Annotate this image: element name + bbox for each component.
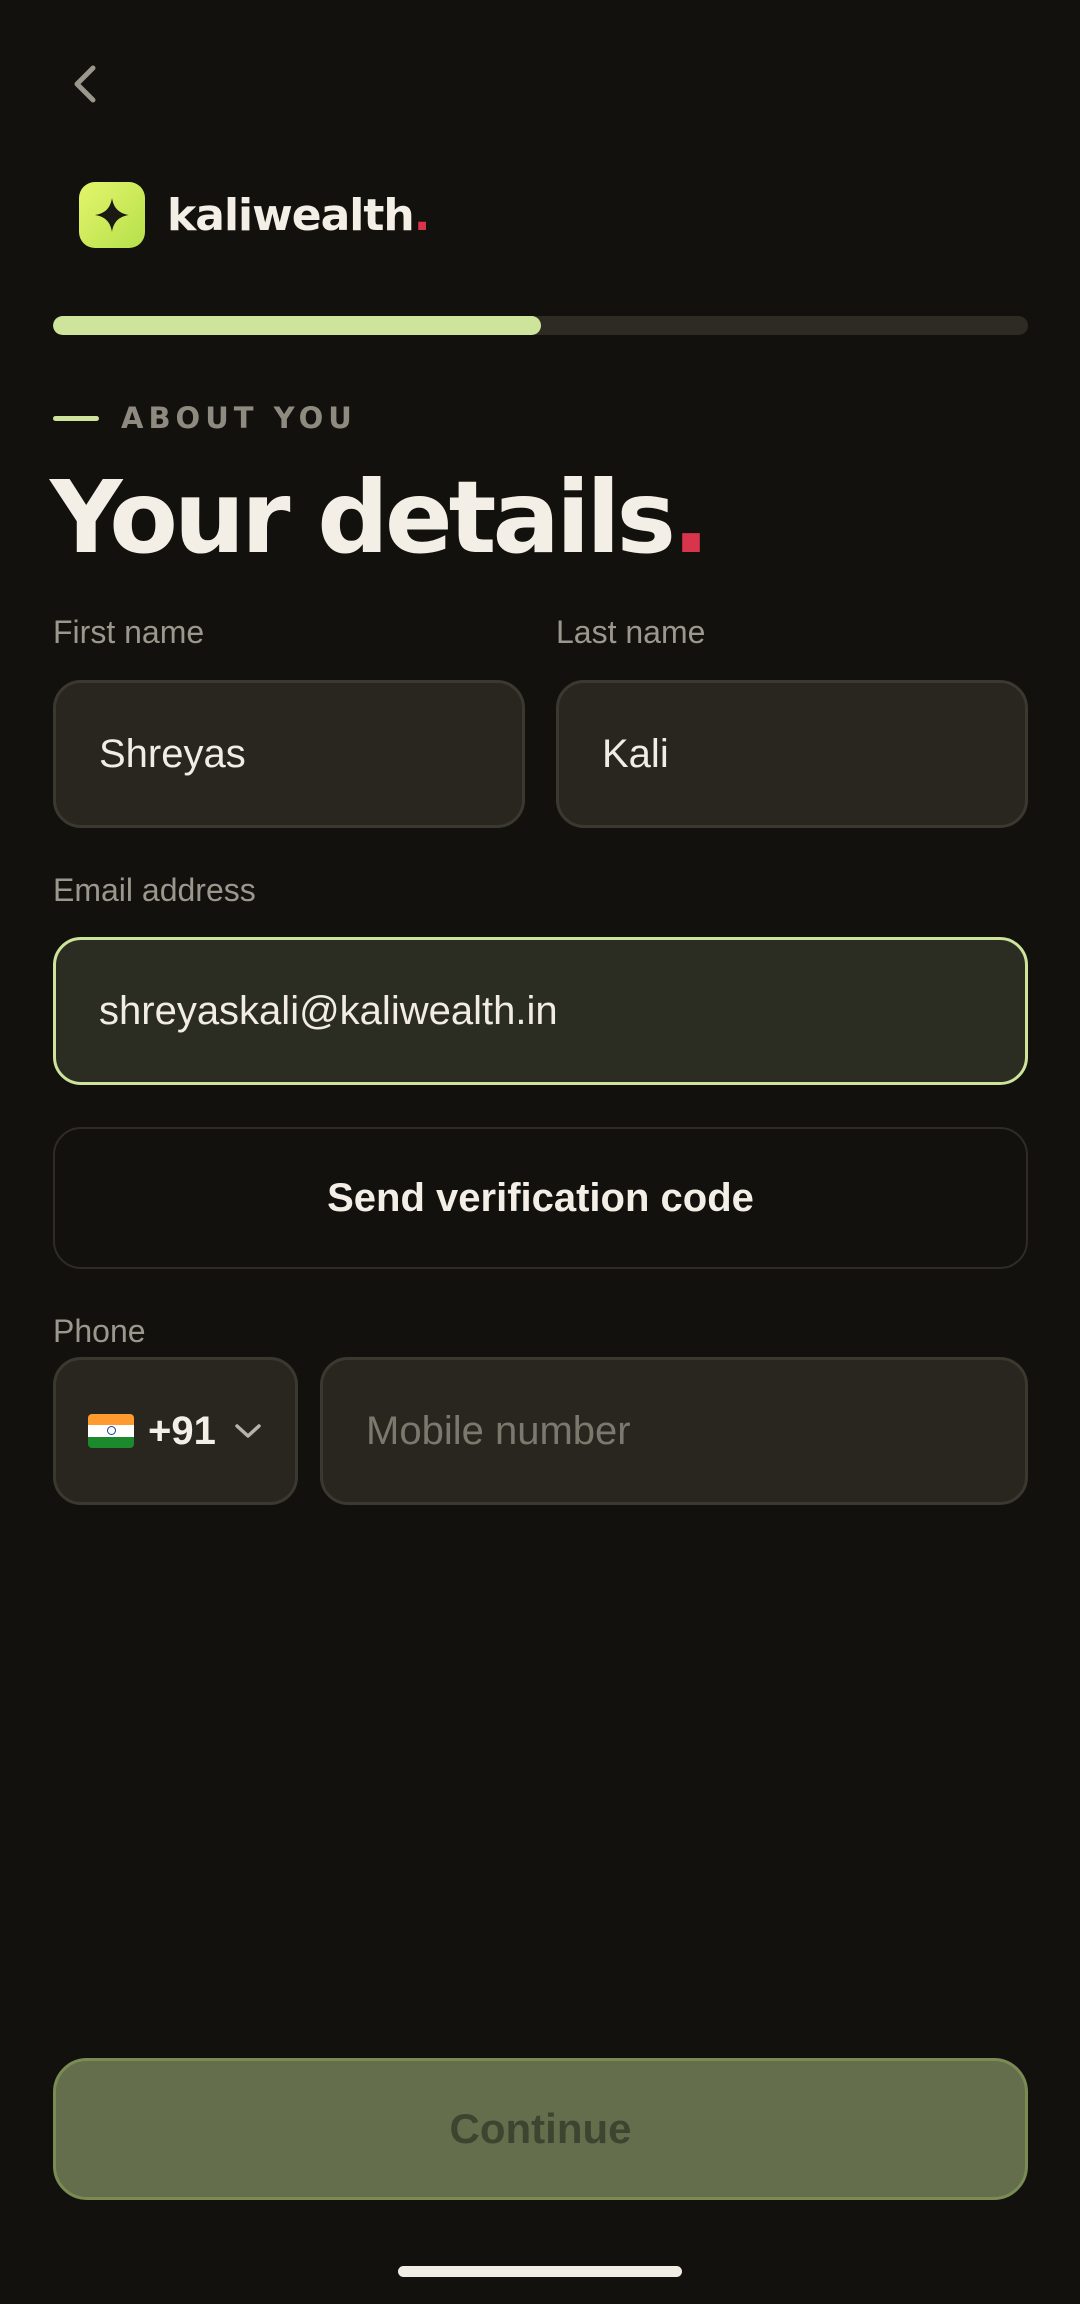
last-name-input[interactable]: Kali [556, 680, 1028, 828]
progress-fill [53, 316, 541, 335]
last-name-label: Last name [556, 614, 706, 650]
brand-dot: . [413, 189, 431, 241]
continue-button[interactable]: Continue [53, 2058, 1028, 2200]
eyebrow-line [53, 415, 99, 421]
brand-name: kaliwealth. [167, 189, 431, 241]
first-name-input[interactable]: Shreyas [53, 680, 525, 828]
sparkle-icon [79, 182, 145, 248]
phone-label: Phone [53, 1313, 146, 1349]
email-value: shreyaskali@kaliwealth.in [99, 988, 558, 1033]
send-verification-code-button[interactable]: Send verification code [53, 1127, 1028, 1269]
page-title: Your details. [50, 459, 710, 576]
eyebrow-text: ABOUT YOU [121, 401, 357, 435]
signup-details-screen: kaliwealth. ABOUT YOU Your details. Firs… [0, 0, 1080, 2304]
chevron-left-icon [74, 65, 96, 103]
email-input[interactable]: shreyaskali@kaliwealth.in [53, 937, 1028, 1085]
email-label: Email address [53, 872, 256, 908]
mobile-number-input[interactable]: Mobile number [320, 1357, 1028, 1505]
progress-bar [53, 316, 1028, 335]
country-code-select[interactable]: +91 [53, 1357, 298, 1505]
last-name-value: Kali [602, 731, 669, 776]
home-indicator[interactable] [398, 2266, 682, 2277]
first-name-value: Shreyas [99, 731, 246, 776]
india-flag-icon [88, 1414, 134, 1448]
first-name-label: First name [53, 614, 205, 650]
chevron-down-icon [234, 1422, 262, 1440]
brand-logo: kaliwealth. [79, 182, 431, 248]
country-code-value: +91 [148, 1408, 216, 1453]
back-button[interactable] [52, 52, 116, 116]
title-dot: . [672, 459, 710, 576]
section-eyebrow: ABOUT YOU [53, 401, 357, 435]
mobile-number-placeholder: Mobile number [366, 1408, 631, 1453]
